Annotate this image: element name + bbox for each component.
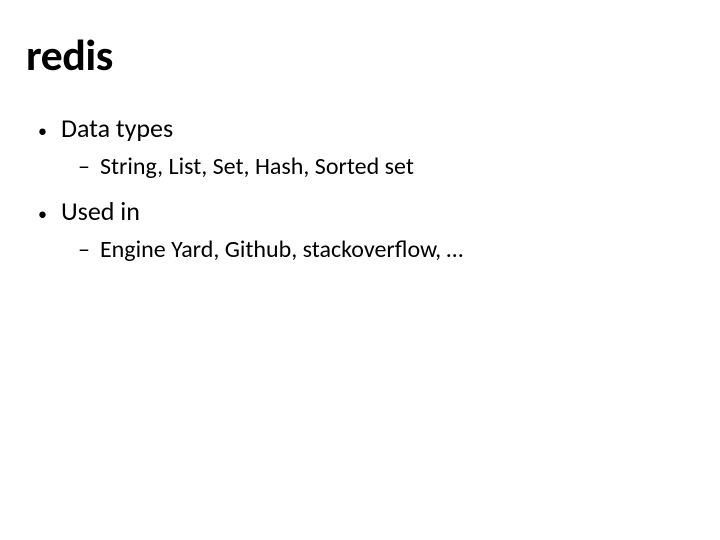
- bullet-label: Data types: [61, 112, 173, 144]
- sub-bullet-label: String, List, Set, Hash, Sorted set: [100, 152, 414, 181]
- sub-bullet-item: – Engine Yard, Github, stackoverflow, …: [78, 235, 694, 264]
- bullet-dot-icon: •: [38, 202, 47, 227]
- bullet-dot-icon: •: [38, 119, 47, 144]
- bullet-item: • Data types: [38, 112, 694, 144]
- bullet-label: Used in: [61, 195, 140, 227]
- sub-bullet-label: Engine Yard, Github, stackoverflow, …: [100, 235, 463, 264]
- sub-bullet-item: – String, List, Set, Hash, Sorted set: [78, 152, 694, 181]
- bullet-dash-icon: –: [78, 152, 90, 181]
- bullet-item: • Used in: [38, 195, 694, 227]
- bullet-dash-icon: –: [78, 235, 90, 264]
- slide-title: redis: [26, 28, 694, 82]
